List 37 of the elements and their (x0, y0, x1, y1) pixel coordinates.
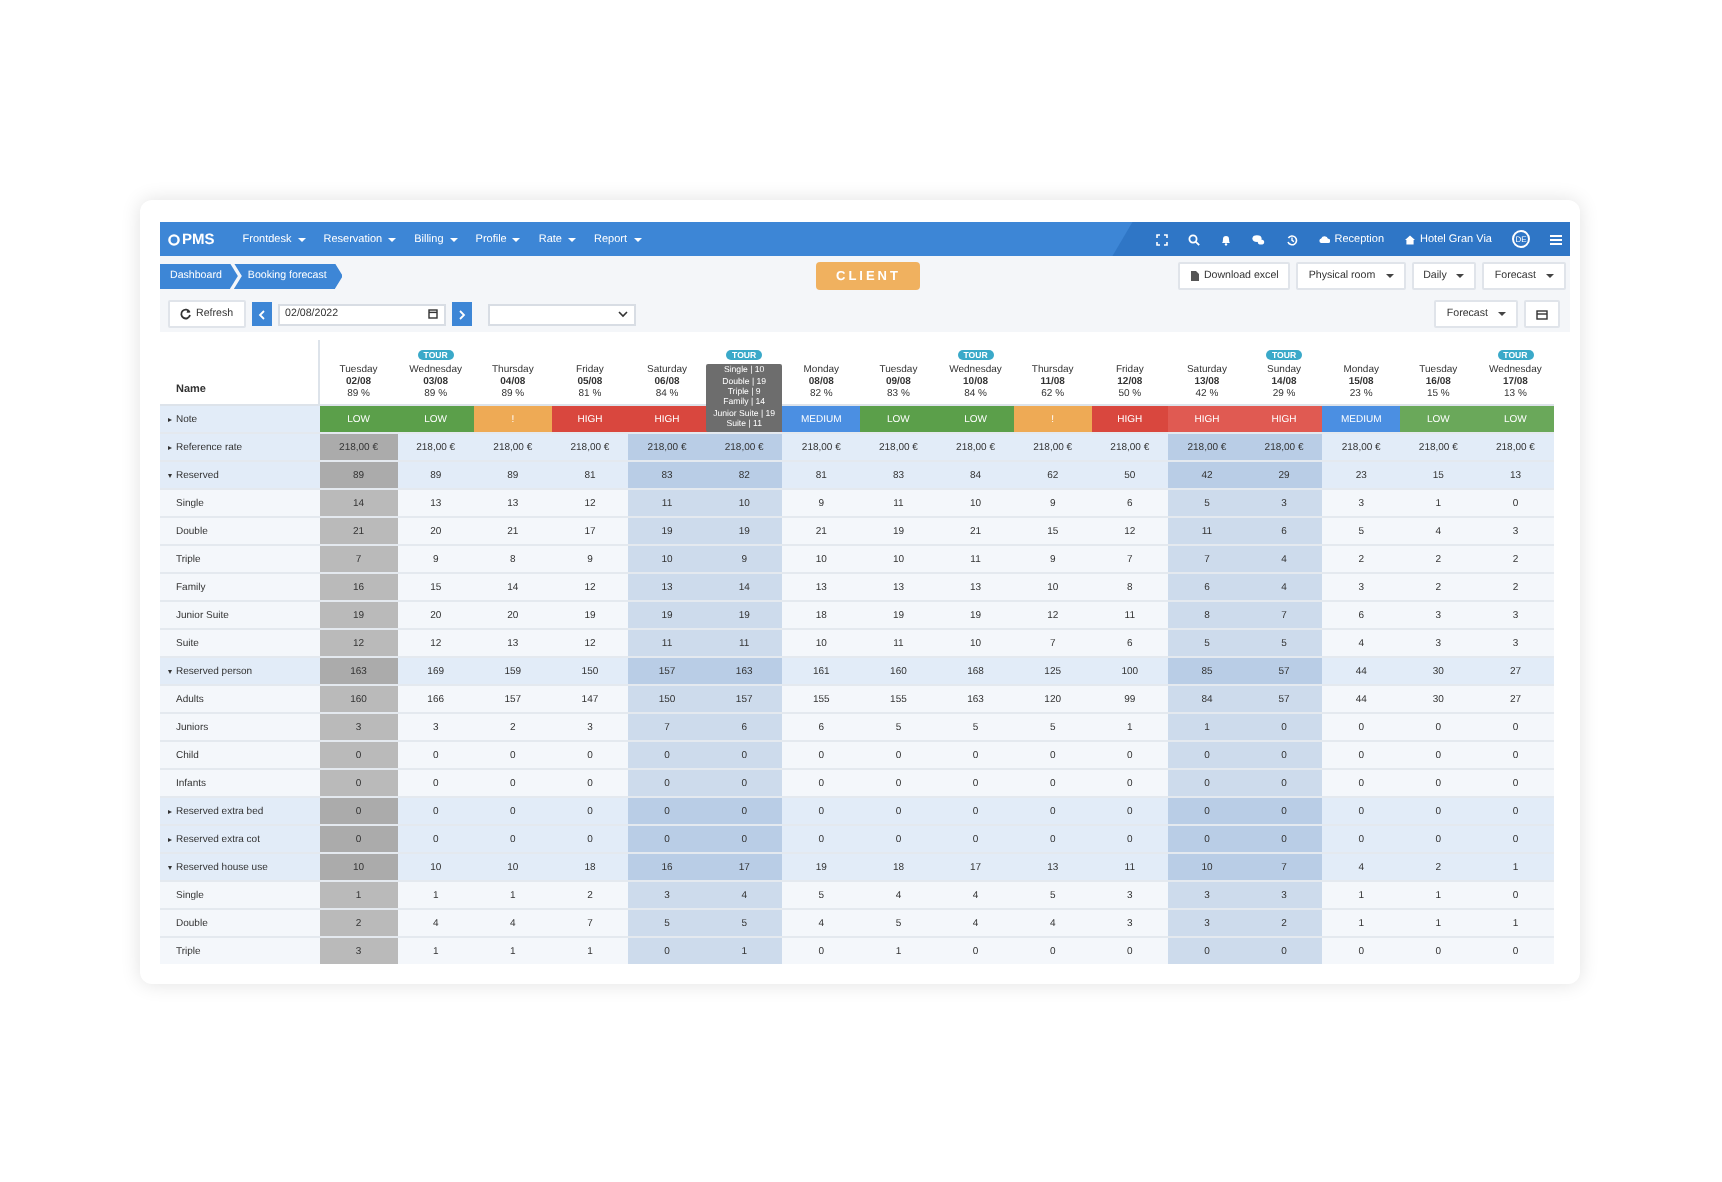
next-button[interactable] (451, 302, 472, 326)
bell-icon[interactable] (1220, 233, 1233, 245)
layout-button[interactable] (1524, 300, 1560, 328)
logo-icon (168, 233, 180, 245)
chat-icon[interactable] (1252, 233, 1267, 245)
chevron-down-icon (617, 310, 628, 318)
menu-icon[interactable] (1550, 233, 1562, 245)
caret-down-icon[interactable] (168, 865, 172, 869)
caret-icon (449, 237, 458, 241)
search-icon[interactable] (1188, 233, 1201, 245)
file-icon (1189, 270, 1200, 282)
caret-right-icon[interactable] (168, 809, 172, 813)
caret-icon (1546, 274, 1554, 278)
previous-button[interactable] (251, 302, 272, 326)
caret-right-icon[interactable] (168, 837, 172, 841)
caret-down-icon[interactable] (168, 669, 172, 673)
calendar-icon (427, 308, 438, 320)
caret-icon (568, 237, 576, 241)
caret-icon (388, 237, 397, 241)
caret-icon (633, 237, 642, 241)
caret-down-icon[interactable] (168, 473, 172, 477)
expand-icon[interactable] (1156, 233, 1169, 245)
select-field[interactable] (487, 303, 636, 325)
refresh-icon (180, 308, 192, 320)
panel-icon (1536, 309, 1548, 319)
caret-icon (512, 237, 521, 241)
caret-icon (297, 237, 306, 241)
caret-right-icon[interactable] (168, 417, 172, 421)
caret-icon (1498, 312, 1506, 316)
chevron-right-icon (457, 309, 466, 319)
history-icon[interactable] (1286, 233, 1299, 245)
caret-right-icon[interactable] (168, 445, 172, 449)
chevron-left-icon (257, 309, 266, 319)
cloud-icon (1318, 233, 1331, 245)
home-icon (1404, 233, 1417, 245)
caret-icon (1456, 274, 1465, 278)
caret-icon (1385, 274, 1394, 278)
